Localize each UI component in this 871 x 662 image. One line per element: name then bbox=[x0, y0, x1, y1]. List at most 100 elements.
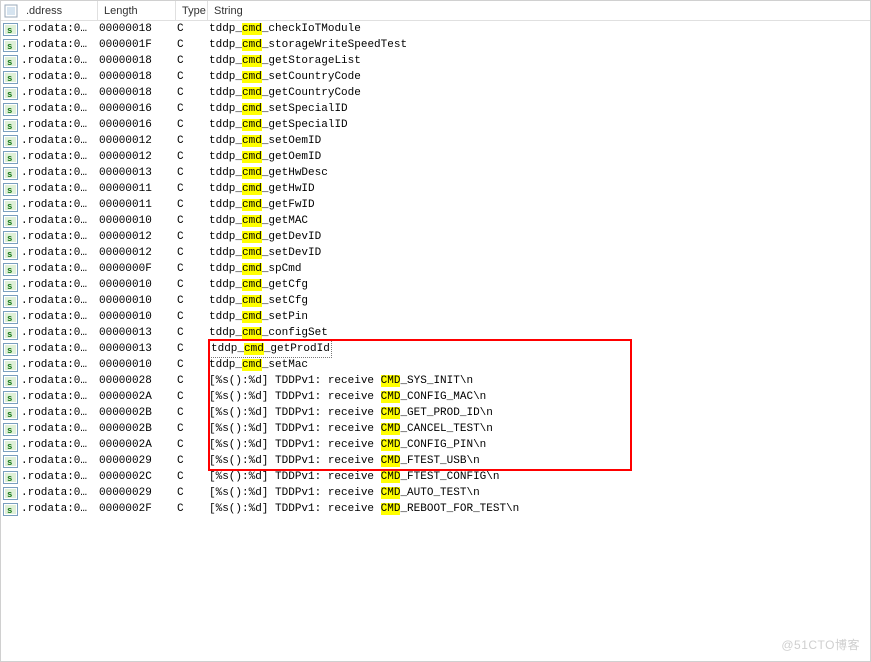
cell-address: .rodata:0… bbox=[21, 357, 99, 373]
table-row[interactable]: s.rodata:0…00000013Ctddp_cmd_getProdId bbox=[1, 341, 870, 357]
table-row[interactable]: s.rodata:0…00000010Ctddp_cmd_getMAC bbox=[1, 213, 870, 229]
cell-address: .rodata:0… bbox=[21, 453, 99, 469]
cell-length: 00000013 bbox=[99, 325, 177, 341]
svg-text:s: s bbox=[7, 490, 12, 500]
table-row[interactable]: s.rodata:0…00000010Ctddp_cmd_setPin bbox=[1, 309, 870, 325]
cell-string: tddp_cmd_getStorageList bbox=[209, 53, 870, 69]
table-row[interactable]: s.rodata:0…00000018Ctddp_cmd_setCountryC… bbox=[1, 69, 870, 85]
table-row[interactable]: s.rodata:0…00000018Ctddp_cmd_checkIoTMod… bbox=[1, 21, 870, 37]
table-row[interactable]: s.rodata:0…00000012Ctddp_cmd_getOemID bbox=[1, 149, 870, 165]
cell-type: C bbox=[177, 85, 209, 101]
cell-string: tddp_cmd_storageWriteSpeedTest bbox=[209, 37, 870, 53]
cell-length: 00000010 bbox=[99, 309, 177, 325]
cell-type: C bbox=[177, 293, 209, 309]
search-highlight: cmd bbox=[242, 151, 262, 163]
string-entry-icon: s bbox=[1, 421, 19, 437]
table-row[interactable]: s.rodata:0…00000011Ctddp_cmd_getHwID bbox=[1, 181, 870, 197]
col-string[interactable]: String bbox=[208, 1, 870, 20]
search-highlight: CMD bbox=[381, 391, 401, 403]
table-row[interactable]: s.rodata:0…0000000FCtddp_cmd_spCmd bbox=[1, 261, 870, 277]
cell-length: 0000002C bbox=[99, 469, 177, 485]
table-row[interactable]: s.rodata:0…00000012Ctddp_cmd_getDevID bbox=[1, 229, 870, 245]
cell-address: .rodata:0… bbox=[21, 309, 99, 325]
string-entry-icon: s bbox=[1, 181, 19, 197]
table-row[interactable]: s.rodata:0…00000013Ctddp_cmd_configSet bbox=[1, 325, 870, 341]
table-row[interactable]: s.rodata:0…0000002BC[%s():%d] TDDPv1: re… bbox=[1, 405, 870, 421]
cell-length: 00000012 bbox=[99, 133, 177, 149]
cell-type: C bbox=[177, 117, 209, 133]
table-row[interactable]: s.rodata:0…0000002AC[%s():%d] TDDPv1: re… bbox=[1, 437, 870, 453]
table-row[interactable]: s.rodata:0…00000016Ctddp_cmd_setSpecialI… bbox=[1, 101, 870, 117]
cell-address: .rodata:0… bbox=[21, 197, 99, 213]
svg-text:s: s bbox=[7, 282, 12, 292]
string-entry-icon: s bbox=[1, 453, 19, 469]
string-entry-icon: s bbox=[1, 133, 19, 149]
col-length[interactable]: Length bbox=[98, 1, 176, 20]
svg-text:s: s bbox=[7, 314, 12, 324]
string-entry-icon: s bbox=[1, 149, 19, 165]
string-entry-icon: s bbox=[1, 325, 19, 341]
cell-string: tddp_cmd_setDevID bbox=[209, 245, 870, 261]
svg-text:s: s bbox=[7, 42, 12, 52]
cell-type: C bbox=[177, 405, 209, 421]
table-row[interactable]: s.rodata:0…00000029C[%s():%d] TDDPv1: re… bbox=[1, 485, 870, 501]
table-row[interactable]: s.rodata:0…00000011Ctddp_cmd_getFwID bbox=[1, 197, 870, 213]
table-row[interactable]: s.rodata:0…00000029C[%s():%d] TDDPv1: re… bbox=[1, 453, 870, 469]
cell-string: tddp_cmd_getOemID bbox=[209, 149, 870, 165]
cell-length: 00000028 bbox=[99, 373, 177, 389]
table-row[interactable]: s.rodata:0…00000012Ctddp_cmd_setOemID bbox=[1, 133, 870, 149]
col-address[interactable]: .ddress bbox=[20, 1, 98, 20]
table-row[interactable]: s.rodata:0…00000013Ctddp_cmd_getHwDesc bbox=[1, 165, 870, 181]
cell-string: tddp_cmd_getSpecialID bbox=[209, 117, 870, 133]
cell-length: 0000002F bbox=[99, 501, 177, 517]
cell-length: 00000018 bbox=[99, 85, 177, 101]
cell-string: tddp_cmd_setMac bbox=[209, 357, 870, 373]
cell-address: .rodata:0… bbox=[21, 69, 99, 85]
table-row[interactable]: s.rodata:0…00000010Ctddp_cmd_setCfg bbox=[1, 293, 870, 309]
cell-string: tddp_cmd_setPin bbox=[209, 309, 870, 325]
search-highlight: cmd bbox=[242, 359, 262, 371]
cell-type: C bbox=[177, 181, 209, 197]
cell-string: tddp_cmd_setCfg bbox=[209, 293, 870, 309]
table-row[interactable]: s.rodata:0…0000001FCtddp_cmd_storageWrit… bbox=[1, 37, 870, 53]
cell-length: 00000016 bbox=[99, 101, 177, 117]
search-highlight: cmd bbox=[244, 343, 264, 355]
header-app-icon bbox=[2, 2, 20, 20]
cell-string: [%s():%d] TDDPv1: receive CMD_FTEST_CONF… bbox=[209, 469, 870, 485]
svg-text:s: s bbox=[7, 74, 12, 84]
cell-address: .rodata:0… bbox=[21, 85, 99, 101]
table-row[interactable]: s.rodata:0…0000002BC[%s():%d] TDDPv1: re… bbox=[1, 421, 870, 437]
table-row[interactable]: s.rodata:0…0000002FC[%s():%d] TDDPv1: re… bbox=[1, 501, 870, 517]
cell-address: .rodata:0… bbox=[21, 149, 99, 165]
cell-address: .rodata:0… bbox=[21, 325, 99, 341]
table-row[interactable]: s.rodata:0…00000010Ctddp_cmd_setMac bbox=[1, 357, 870, 373]
col-type[interactable]: Type bbox=[176, 1, 208, 20]
cell-address: .rodata:0… bbox=[21, 501, 99, 517]
cell-type: C bbox=[177, 21, 209, 37]
cell-address: .rodata:0… bbox=[21, 101, 99, 117]
table-row[interactable]: s.rodata:0…00000016Ctddp_cmd_getSpecialI… bbox=[1, 117, 870, 133]
cell-length: 00000018 bbox=[99, 69, 177, 85]
cell-string: tddp_cmd_getDevID bbox=[209, 229, 870, 245]
table-row[interactable]: s.rodata:0…00000018Ctddp_cmd_getCountryC… bbox=[1, 85, 870, 101]
cell-length: 00000012 bbox=[99, 149, 177, 165]
table-row[interactable]: s.rodata:0…00000018Ctddp_cmd_getStorageL… bbox=[1, 53, 870, 69]
string-entry-icon: s bbox=[1, 389, 19, 405]
cell-string: [%s():%d] TDDPv1: receive CMD_GET_PROD_I… bbox=[209, 405, 870, 421]
svg-text:s: s bbox=[7, 170, 12, 180]
svg-text:s: s bbox=[7, 410, 12, 420]
svg-text:s: s bbox=[7, 394, 12, 404]
table-row[interactable]: s.rodata:0…00000028C[%s():%d] TDDPv1: re… bbox=[1, 373, 870, 389]
cell-string: tddp_cmd_spCmd bbox=[209, 261, 870, 277]
string-entry-icon: s bbox=[1, 69, 19, 85]
table-row[interactable]: s.rodata:0…0000002AC[%s():%d] TDDPv1: re… bbox=[1, 389, 870, 405]
cell-type: C bbox=[177, 421, 209, 437]
cell-length: 00000010 bbox=[99, 213, 177, 229]
search-highlight: cmd bbox=[242, 39, 262, 51]
cell-string: [%s():%d] TDDPv1: receive CMD_REBOOT_FOR… bbox=[209, 501, 870, 517]
table-row[interactable]: s.rodata:0…00000012Ctddp_cmd_setDevID bbox=[1, 245, 870, 261]
table-row[interactable]: s.rodata:0…0000002CC[%s():%d] TDDPv1: re… bbox=[1, 469, 870, 485]
cell-address: .rodata:0… bbox=[21, 405, 99, 421]
table-row[interactable]: s.rodata:0…00000010Ctddp_cmd_getCfg bbox=[1, 277, 870, 293]
cell-string: tddp_cmd_checkIoTModule bbox=[209, 21, 870, 37]
